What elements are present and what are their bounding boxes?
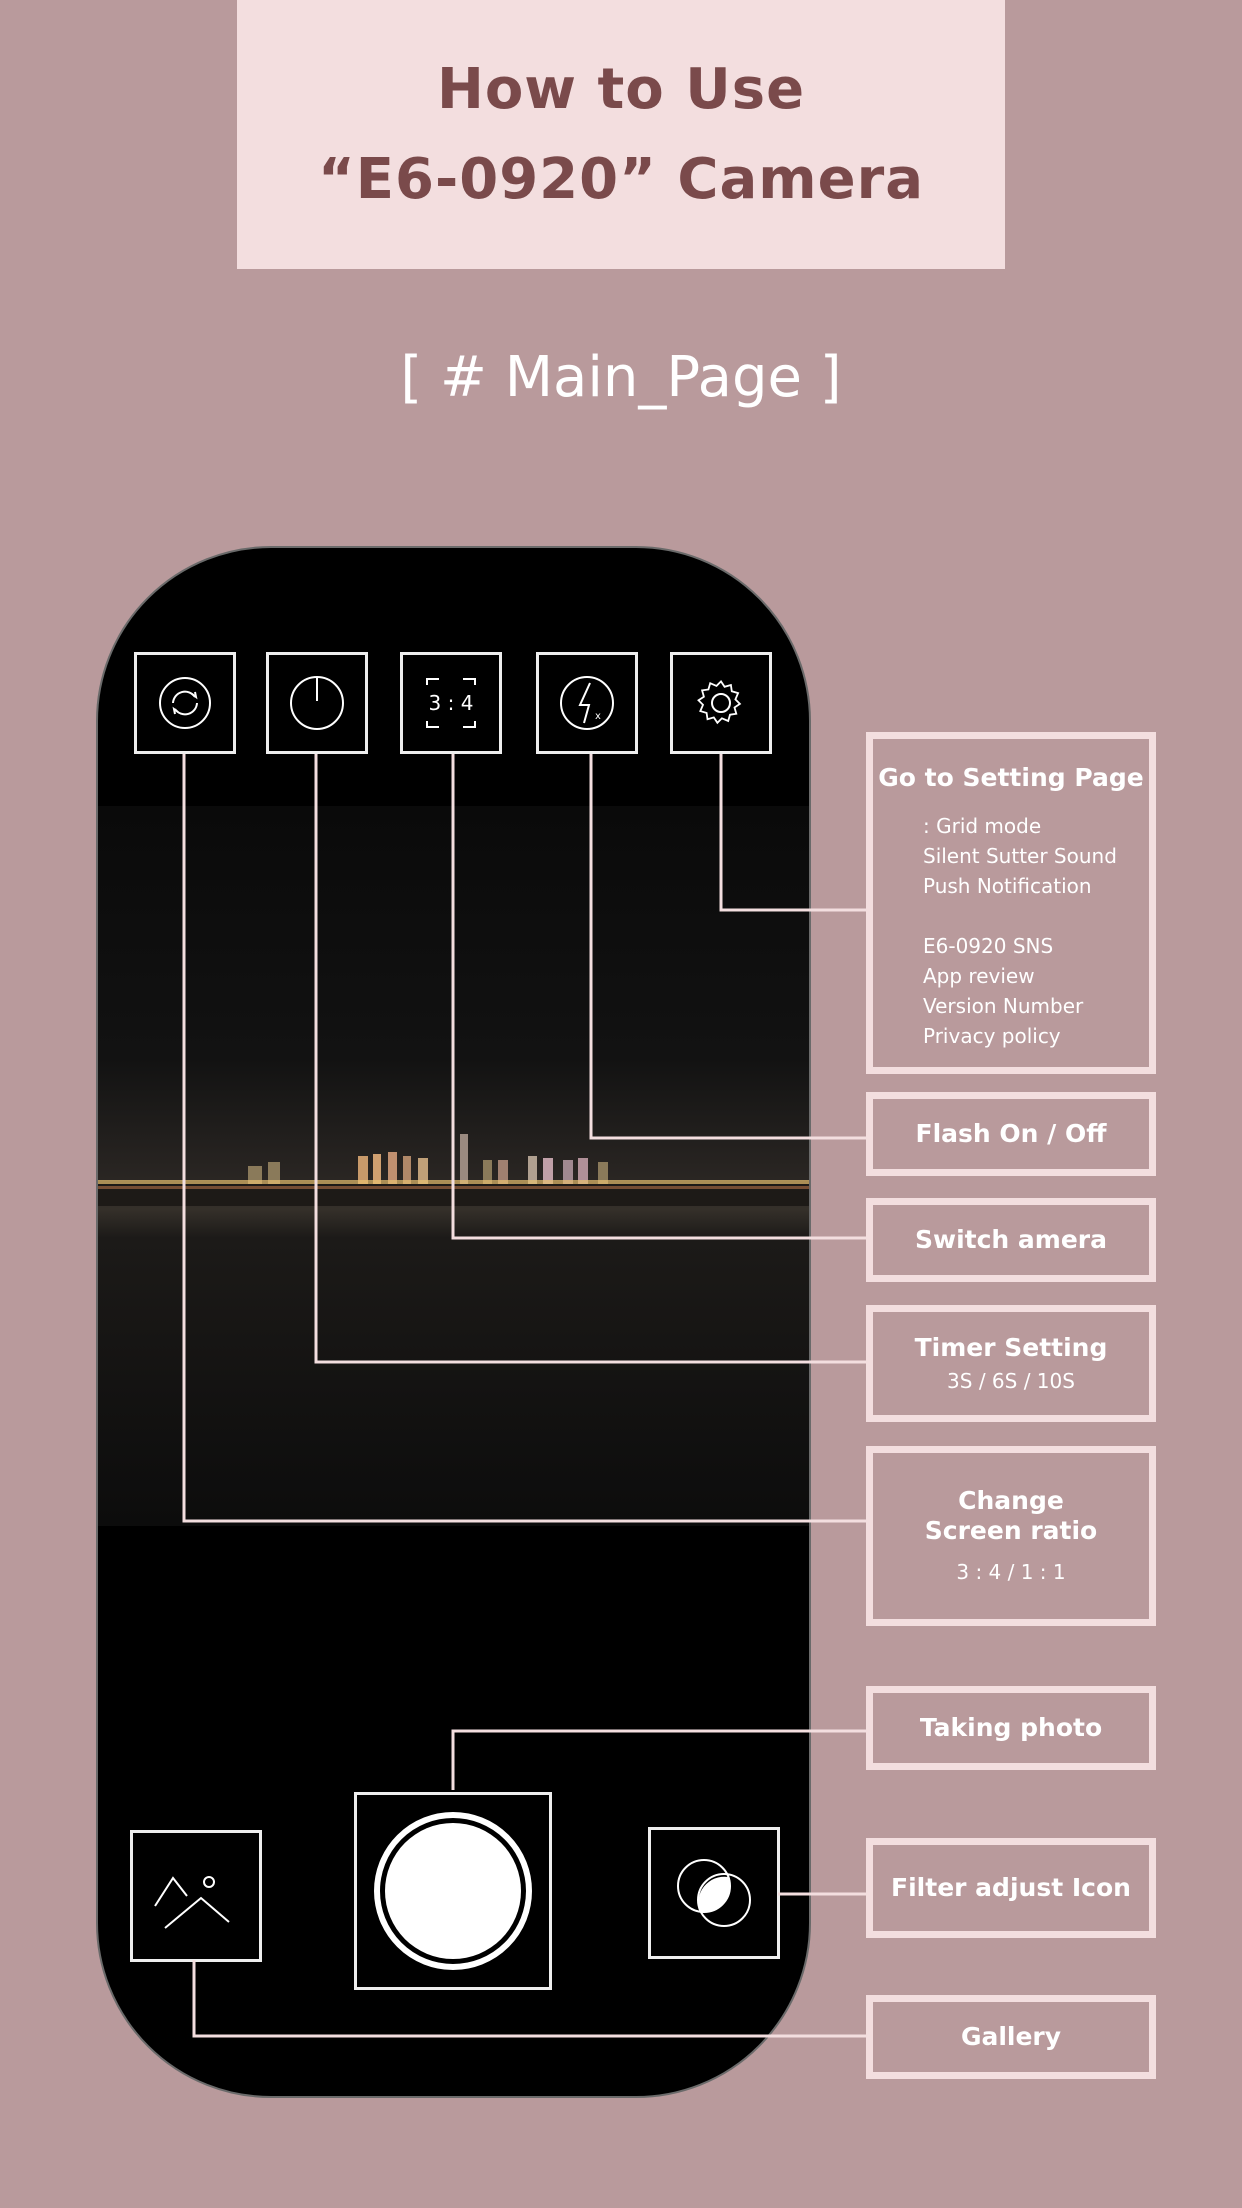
title-line-2: “E6-0920” Camera bbox=[317, 146, 925, 212]
callout-flash-title: Flash On / Off bbox=[915, 1119, 1107, 1148]
flash-button[interactable]: x bbox=[536, 652, 638, 754]
settings-item: E6-0920 SNS bbox=[923, 934, 1054, 958]
night-city-photo bbox=[98, 806, 809, 1526]
settings-item: Push Notification bbox=[923, 874, 1092, 898]
callout-photo-title: Taking photo bbox=[919, 1713, 1103, 1742]
callout-switch-title: Switch amera bbox=[914, 1225, 1108, 1254]
title-line-1: How to Use bbox=[436, 56, 806, 122]
gallery-icon bbox=[154, 1876, 230, 1929]
settings-item: Version Number bbox=[923, 994, 1084, 1018]
settings-item: Silent Sutter Sound bbox=[923, 844, 1117, 868]
rotate-camera-icon bbox=[159, 677, 211, 729]
settings-item: : Grid mode bbox=[923, 814, 1042, 838]
settings-list: : Grid mode Silent Sutter Sound Push Not… bbox=[923, 811, 1117, 1051]
settings-item: Privacy policy bbox=[923, 1024, 1061, 1048]
callout-filter: Filter adjust Icon bbox=[866, 1838, 1156, 1938]
callout-settings-title: Go to Setting Page bbox=[878, 763, 1144, 792]
settings-item: App review bbox=[923, 964, 1035, 988]
callout-ratio-title-1: Change bbox=[958, 1486, 1064, 1515]
callout-timer: Timer Setting 3S / 6S / 10S bbox=[866, 1305, 1156, 1422]
timer-icon bbox=[290, 676, 344, 730]
switch-camera-button[interactable] bbox=[134, 652, 236, 754]
gallery-button[interactable] bbox=[130, 1830, 262, 1962]
aspect-ratio-icon bbox=[426, 678, 476, 728]
callout-filter-title: Filter adjust Icon bbox=[891, 1873, 1131, 1902]
shutter-icon bbox=[374, 1812, 532, 1970]
callout-ratio: Change Screen ratio 3 : 4 / 1 : 1 bbox=[866, 1446, 1156, 1626]
aspect-ratio-button[interactable]: 3 : 4 bbox=[400, 652, 502, 754]
callout-ratio-sub: 3 : 4 / 1 : 1 bbox=[956, 1560, 1066, 1584]
flash-off-icon: x bbox=[560, 676, 614, 730]
svg-text:x: x bbox=[595, 711, 601, 722]
timer-button[interactable] bbox=[266, 652, 368, 754]
filter-button[interactable] bbox=[648, 1827, 780, 1959]
callout-timer-title: Timer Setting bbox=[914, 1332, 1108, 1362]
city-skyline-illustration bbox=[98, 1134, 809, 1206]
callout-gallery: Gallery bbox=[866, 1995, 1156, 2079]
callout-ratio-title-2: Screen ratio bbox=[924, 1516, 1098, 1545]
shutter-button[interactable] bbox=[354, 1792, 552, 1990]
gear-icon bbox=[697, 679, 742, 725]
callout-timer-sub: 3S / 6S / 10S bbox=[947, 1368, 1075, 1393]
callout-photo: Taking photo bbox=[866, 1686, 1156, 1770]
phone-mockup: 3 : 4 x bbox=[96, 546, 811, 2098]
settings-button[interactable] bbox=[670, 652, 772, 754]
callout-gallery-title: Gallery bbox=[960, 2022, 1062, 2051]
filter-icon bbox=[677, 1859, 751, 1927]
callout-flash: Flash On / Off bbox=[866, 1092, 1156, 1176]
callout-settings: Go to Setting Page : Grid mode Silent Su… bbox=[866, 732, 1156, 1074]
page-label: [ # Main_Page ] bbox=[400, 345, 842, 410]
callout-switch: Switch amera bbox=[866, 1198, 1156, 1282]
title-banner: How to Use “E6-0920” Camera bbox=[237, 0, 1005, 269]
